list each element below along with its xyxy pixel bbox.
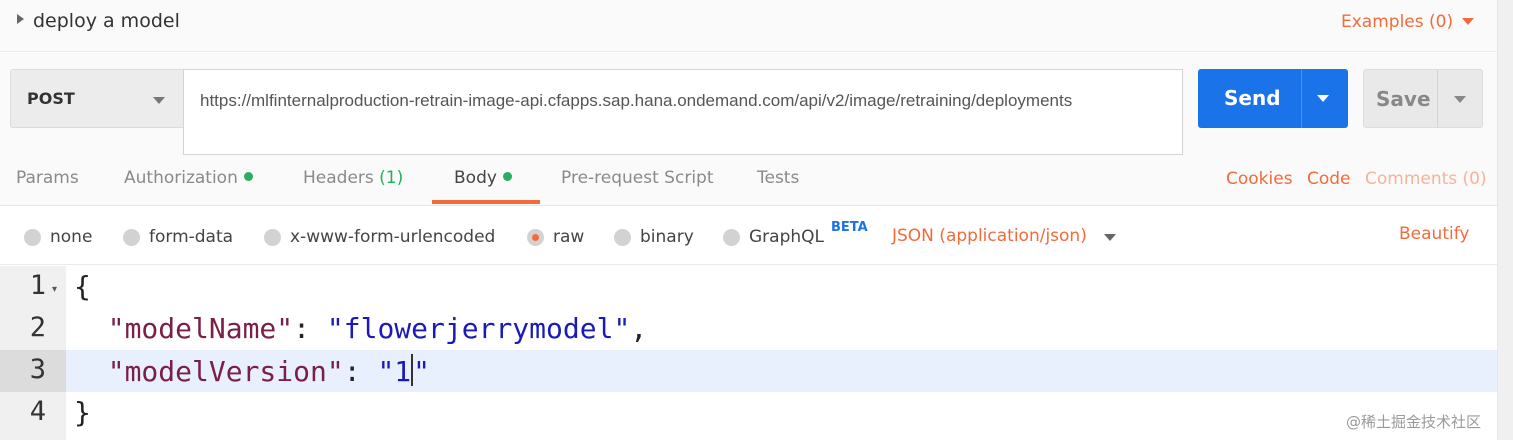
- radio-none[interactable]: [24, 229, 41, 246]
- radio-urlencoded-label[interactable]: x-www-form-urlencoded: [290, 227, 495, 247]
- radio-graphql-label[interactable]: GraphQL: [749, 227, 824, 247]
- code-text: {: [74, 270, 91, 303]
- json-value: "flowerjerrymodel": [326, 312, 631, 345]
- editor-line[interactable]: 1 ▾ {: [0, 266, 1497, 308]
- method-select[interactable]: POST: [10, 69, 184, 128]
- line-number: 4: [29, 396, 46, 427]
- code-editor[interactable]: 1 ▾ { 2 "modelName": "flowerjerrymodel",…: [0, 266, 1497, 440]
- line-number: 3: [29, 354, 46, 385]
- comments-link[interactable]: Comments (0): [1365, 169, 1487, 189]
- body-type-options: none form-data x-www-form-urlencoded raw…: [0, 207, 1497, 265]
- url-input[interactable]: https://mlfinternalproduction-retrain-im…: [183, 69, 1183, 155]
- json-value-part: ": [413, 355, 431, 388]
- tab-label: Authorization: [124, 168, 238, 188]
- json-key: "modelVersion": [107, 355, 344, 388]
- send-options-chevron-icon[interactable]: [1317, 95, 1329, 102]
- cookies-link[interactable]: Cookies: [1226, 169, 1293, 189]
- radio-graphql[interactable]: [723, 229, 740, 246]
- editor-line[interactable]: 4 }: [0, 392, 1497, 434]
- radio-form-data-label[interactable]: form-data: [149, 227, 233, 247]
- json-key: "modelName": [107, 312, 294, 345]
- line-number: 1: [29, 270, 46, 301]
- save-label: Save: [1376, 87, 1431, 111]
- tab-tests[interactable]: Tests: [757, 168, 799, 188]
- request-name[interactable]: deploy a model: [33, 10, 180, 32]
- tab-label: Tests: [757, 168, 800, 188]
- tab-params[interactable]: Params: [16, 168, 79, 188]
- headers-count: (1): [379, 168, 404, 188]
- fold-arrow-icon[interactable]: ▾: [52, 284, 57, 295]
- chevron-down-icon: [153, 97, 165, 104]
- request-bar: POST https://mlfinternalproduction-retra…: [0, 53, 1497, 155]
- url-text: https://mlfinternalproduction-retrain-im…: [200, 91, 1073, 110]
- json-value-part: "1: [377, 355, 412, 388]
- code-text: }: [74, 396, 91, 429]
- send-label: Send: [1224, 86, 1281, 110]
- radio-raw-label[interactable]: raw: [553, 227, 584, 247]
- method-label: POST: [27, 89, 75, 108]
- tab-label: Body: [454, 168, 497, 188]
- beautify-button[interactable]: Beautify: [1399, 224, 1469, 244]
- editor-line[interactable]: 2 "modelName": "flowerjerrymodel",: [0, 308, 1497, 350]
- save-options-chevron-icon[interactable]: [1454, 96, 1466, 103]
- tab-authorization[interactable]: Authorization: [124, 168, 253, 188]
- status-dot: [243, 172, 253, 181]
- radio-form-data[interactable]: [123, 229, 140, 246]
- tab-label: Params: [16, 168, 79, 188]
- divider: [1301, 69, 1302, 128]
- tab-label: Pre-request Script: [561, 168, 714, 188]
- divider: [1437, 70, 1438, 127]
- editor-line-active[interactable]: 3 "modelVersion": "1": [0, 350, 1497, 392]
- status-dot: [502, 172, 512, 181]
- radio-none-label[interactable]: none: [50, 227, 92, 247]
- tab-body[interactable]: Body: [454, 168, 512, 188]
- chevron-down-icon[interactable]: [1462, 18, 1474, 25]
- send-button[interactable]: Send: [1198, 69, 1348, 128]
- radio-urlencoded[interactable]: [264, 229, 281, 246]
- radio-raw[interactable]: [527, 229, 544, 246]
- radio-binary-label[interactable]: binary: [640, 227, 694, 247]
- code-text: "modelVersion": "1": [107, 354, 431, 388]
- format-dropdown[interactable]: JSON (application/json): [892, 226, 1087, 246]
- tab-headers[interactable]: Headers (1): [303, 168, 403, 188]
- tab-label: Headers: [303, 168, 374, 188]
- active-tab-indicator: [432, 200, 540, 204]
- chevron-down-icon[interactable]: [1104, 234, 1116, 241]
- tab-prerequest-script[interactable]: Pre-request Script: [561, 168, 714, 188]
- expand-triangle-icon[interactable]: [17, 14, 24, 24]
- code-link[interactable]: Code: [1307, 169, 1351, 189]
- vertical-scrollbar[interactable]: [1497, 0, 1513, 440]
- json-value: "1": [377, 354, 431, 388]
- beta-badge: BETA: [831, 220, 868, 235]
- save-button[interactable]: Save: [1363, 69, 1483, 128]
- line-number: 2: [29, 312, 46, 343]
- radio-binary[interactable]: [614, 229, 631, 246]
- code-text: "modelName": "flowerjerrymodel",: [107, 312, 648, 345]
- request-header: deploy a model Examples (0): [0, 0, 1497, 52]
- watermark: @稀土掘金技术社区: [1346, 413, 1482, 431]
- examples-dropdown[interactable]: Examples (0): [1341, 12, 1453, 32]
